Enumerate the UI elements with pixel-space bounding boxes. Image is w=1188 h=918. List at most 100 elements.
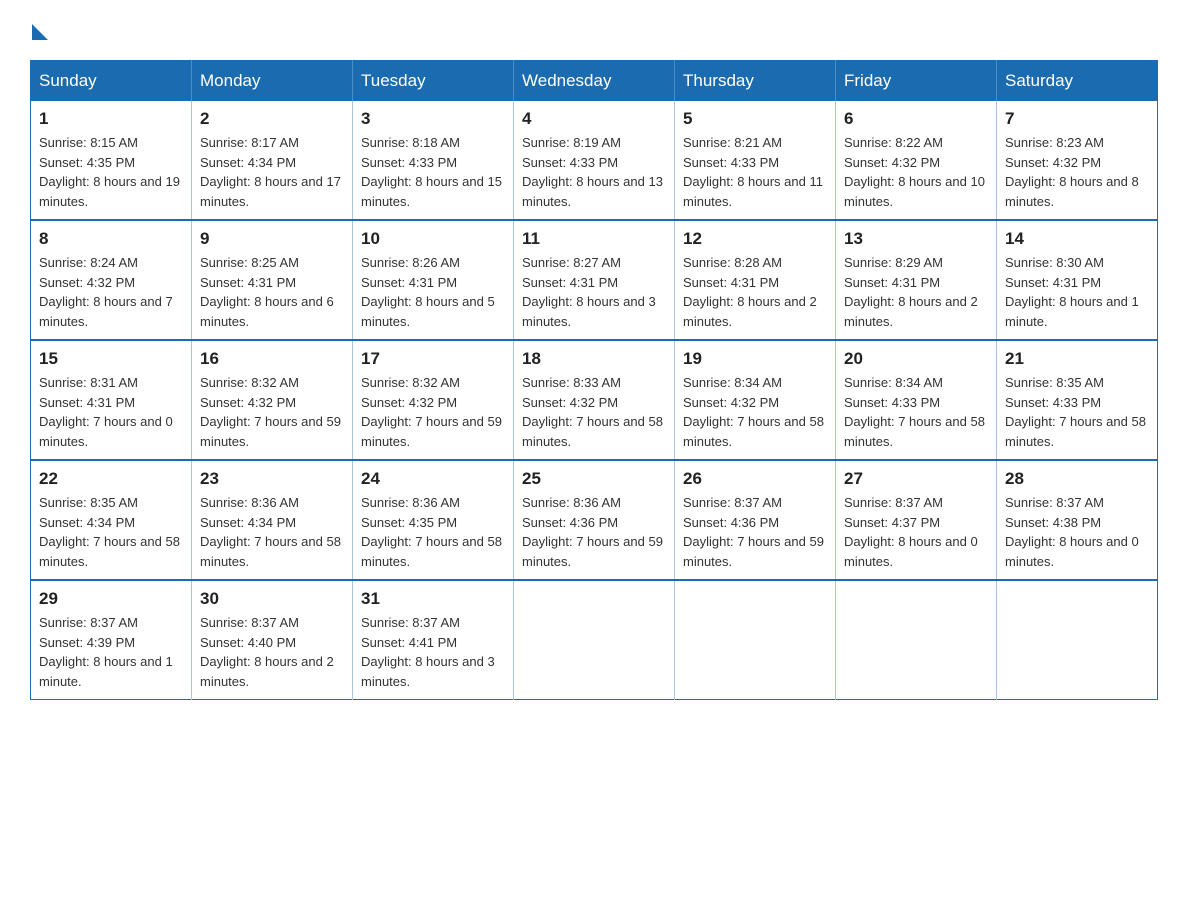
calendar-cell: 27 Sunrise: 8:37 AM Sunset: 4:37 PM Dayl… <box>836 460 997 580</box>
day-number: 7 <box>1005 109 1149 129</box>
day-info: Sunrise: 8:26 AM Sunset: 4:31 PM Dayligh… <box>361 253 505 331</box>
day-info: Sunrise: 8:37 AM Sunset: 4:38 PM Dayligh… <box>1005 493 1149 571</box>
day-number: 26 <box>683 469 827 489</box>
day-number: 12 <box>683 229 827 249</box>
logo-arrow-icon <box>32 24 48 40</box>
day-number: 22 <box>39 469 183 489</box>
day-number: 3 <box>361 109 505 129</box>
calendar-cell: 19 Sunrise: 8:34 AM Sunset: 4:32 PM Dayl… <box>675 340 836 460</box>
calendar-cell: 17 Sunrise: 8:32 AM Sunset: 4:32 PM Dayl… <box>353 340 514 460</box>
day-number: 17 <box>361 349 505 369</box>
calendar-week-row: 8 Sunrise: 8:24 AM Sunset: 4:32 PM Dayli… <box>31 220 1158 340</box>
calendar-cell: 12 Sunrise: 8:28 AM Sunset: 4:31 PM Dayl… <box>675 220 836 340</box>
day-number: 29 <box>39 589 183 609</box>
day-info: Sunrise: 8:37 AM Sunset: 4:36 PM Dayligh… <box>683 493 827 571</box>
day-number: 4 <box>522 109 666 129</box>
calendar-cell <box>997 580 1158 700</box>
calendar-cell: 11 Sunrise: 8:27 AM Sunset: 4:31 PM Dayl… <box>514 220 675 340</box>
day-info: Sunrise: 8:37 AM Sunset: 4:41 PM Dayligh… <box>361 613 505 691</box>
calendar-cell: 6 Sunrise: 8:22 AM Sunset: 4:32 PM Dayli… <box>836 101 997 220</box>
day-info: Sunrise: 8:31 AM Sunset: 4:31 PM Dayligh… <box>39 373 183 451</box>
day-info: Sunrise: 8:18 AM Sunset: 4:33 PM Dayligh… <box>361 133 505 211</box>
day-info: Sunrise: 8:37 AM Sunset: 4:39 PM Dayligh… <box>39 613 183 691</box>
weekday-header-wednesday: Wednesday <box>514 61 675 102</box>
calendar-cell: 18 Sunrise: 8:33 AM Sunset: 4:32 PM Dayl… <box>514 340 675 460</box>
calendar-week-row: 29 Sunrise: 8:37 AM Sunset: 4:39 PM Dayl… <box>31 580 1158 700</box>
calendar-cell: 7 Sunrise: 8:23 AM Sunset: 4:32 PM Dayli… <box>997 101 1158 220</box>
day-info: Sunrise: 8:15 AM Sunset: 4:35 PM Dayligh… <box>39 133 183 211</box>
calendar-cell: 31 Sunrise: 8:37 AM Sunset: 4:41 PM Dayl… <box>353 580 514 700</box>
calendar-cell: 9 Sunrise: 8:25 AM Sunset: 4:31 PM Dayli… <box>192 220 353 340</box>
day-number: 23 <box>200 469 344 489</box>
calendar-cell: 21 Sunrise: 8:35 AM Sunset: 4:33 PM Dayl… <box>997 340 1158 460</box>
calendar-cell: 28 Sunrise: 8:37 AM Sunset: 4:38 PM Dayl… <box>997 460 1158 580</box>
day-info: Sunrise: 8:37 AM Sunset: 4:40 PM Dayligh… <box>200 613 344 691</box>
day-info: Sunrise: 8:17 AM Sunset: 4:34 PM Dayligh… <box>200 133 344 211</box>
weekday-header-tuesday: Tuesday <box>353 61 514 102</box>
calendar-cell: 24 Sunrise: 8:36 AM Sunset: 4:35 PM Dayl… <box>353 460 514 580</box>
weekday-header-thursday: Thursday <box>675 61 836 102</box>
calendar-cell: 8 Sunrise: 8:24 AM Sunset: 4:32 PM Dayli… <box>31 220 192 340</box>
day-info: Sunrise: 8:34 AM Sunset: 4:32 PM Dayligh… <box>683 373 827 451</box>
day-info: Sunrise: 8:30 AM Sunset: 4:31 PM Dayligh… <box>1005 253 1149 331</box>
weekday-header-friday: Friday <box>836 61 997 102</box>
calendar-cell: 22 Sunrise: 8:35 AM Sunset: 4:34 PM Dayl… <box>31 460 192 580</box>
calendar-cell: 3 Sunrise: 8:18 AM Sunset: 4:33 PM Dayli… <box>353 101 514 220</box>
day-number: 19 <box>683 349 827 369</box>
calendar-cell: 13 Sunrise: 8:29 AM Sunset: 4:31 PM Dayl… <box>836 220 997 340</box>
day-number: 21 <box>1005 349 1149 369</box>
calendar-cell: 15 Sunrise: 8:31 AM Sunset: 4:31 PM Dayl… <box>31 340 192 460</box>
day-number: 2 <box>200 109 344 129</box>
day-number: 14 <box>1005 229 1149 249</box>
calendar-cell: 20 Sunrise: 8:34 AM Sunset: 4:33 PM Dayl… <box>836 340 997 460</box>
calendar-cell: 16 Sunrise: 8:32 AM Sunset: 4:32 PM Dayl… <box>192 340 353 460</box>
day-number: 6 <box>844 109 988 129</box>
day-info: Sunrise: 8:36 AM Sunset: 4:34 PM Dayligh… <box>200 493 344 571</box>
day-number: 13 <box>844 229 988 249</box>
day-info: Sunrise: 8:27 AM Sunset: 4:31 PM Dayligh… <box>522 253 666 331</box>
day-number: 27 <box>844 469 988 489</box>
calendar-cell: 26 Sunrise: 8:37 AM Sunset: 4:36 PM Dayl… <box>675 460 836 580</box>
calendar-cell: 4 Sunrise: 8:19 AM Sunset: 4:33 PM Dayli… <box>514 101 675 220</box>
day-number: 11 <box>522 229 666 249</box>
day-number: 28 <box>1005 469 1149 489</box>
day-number: 31 <box>361 589 505 609</box>
weekday-header-saturday: Saturday <box>997 61 1158 102</box>
day-info: Sunrise: 8:21 AM Sunset: 4:33 PM Dayligh… <box>683 133 827 211</box>
calendar-week-row: 1 Sunrise: 8:15 AM Sunset: 4:35 PM Dayli… <box>31 101 1158 220</box>
day-number: 5 <box>683 109 827 129</box>
day-info: Sunrise: 8:34 AM Sunset: 4:33 PM Dayligh… <box>844 373 988 451</box>
day-info: Sunrise: 8:22 AM Sunset: 4:32 PM Dayligh… <box>844 133 988 211</box>
calendar-cell: 2 Sunrise: 8:17 AM Sunset: 4:34 PM Dayli… <box>192 101 353 220</box>
day-info: Sunrise: 8:23 AM Sunset: 4:32 PM Dayligh… <box>1005 133 1149 211</box>
day-info: Sunrise: 8:37 AM Sunset: 4:37 PM Dayligh… <box>844 493 988 571</box>
day-number: 1 <box>39 109 183 129</box>
calendar-cell: 14 Sunrise: 8:30 AM Sunset: 4:31 PM Dayl… <box>997 220 1158 340</box>
day-info: Sunrise: 8:35 AM Sunset: 4:33 PM Dayligh… <box>1005 373 1149 451</box>
weekday-header-monday: Monday <box>192 61 353 102</box>
calendar-cell <box>514 580 675 700</box>
day-info: Sunrise: 8:29 AM Sunset: 4:31 PM Dayligh… <box>844 253 988 331</box>
day-number: 18 <box>522 349 666 369</box>
calendar-cell: 30 Sunrise: 8:37 AM Sunset: 4:40 PM Dayl… <box>192 580 353 700</box>
logo <box>30 20 48 40</box>
day-number: 9 <box>200 229 344 249</box>
day-info: Sunrise: 8:36 AM Sunset: 4:36 PM Dayligh… <box>522 493 666 571</box>
day-number: 10 <box>361 229 505 249</box>
calendar-week-row: 22 Sunrise: 8:35 AM Sunset: 4:34 PM Dayl… <box>31 460 1158 580</box>
day-info: Sunrise: 8:36 AM Sunset: 4:35 PM Dayligh… <box>361 493 505 571</box>
calendar-table: SundayMondayTuesdayWednesdayThursdayFrid… <box>30 60 1158 700</box>
page-header <box>30 20 1158 40</box>
day-info: Sunrise: 8:24 AM Sunset: 4:32 PM Dayligh… <box>39 253 183 331</box>
calendar-cell: 10 Sunrise: 8:26 AM Sunset: 4:31 PM Dayl… <box>353 220 514 340</box>
day-number: 8 <box>39 229 183 249</box>
weekday-header-sunday: Sunday <box>31 61 192 102</box>
day-info: Sunrise: 8:33 AM Sunset: 4:32 PM Dayligh… <box>522 373 666 451</box>
day-number: 20 <box>844 349 988 369</box>
calendar-week-row: 15 Sunrise: 8:31 AM Sunset: 4:31 PM Dayl… <box>31 340 1158 460</box>
calendar-cell <box>836 580 997 700</box>
calendar-cell <box>675 580 836 700</box>
calendar-cell: 23 Sunrise: 8:36 AM Sunset: 4:34 PM Dayl… <box>192 460 353 580</box>
calendar-header-row: SundayMondayTuesdayWednesdayThursdayFrid… <box>31 61 1158 102</box>
day-number: 16 <box>200 349 344 369</box>
